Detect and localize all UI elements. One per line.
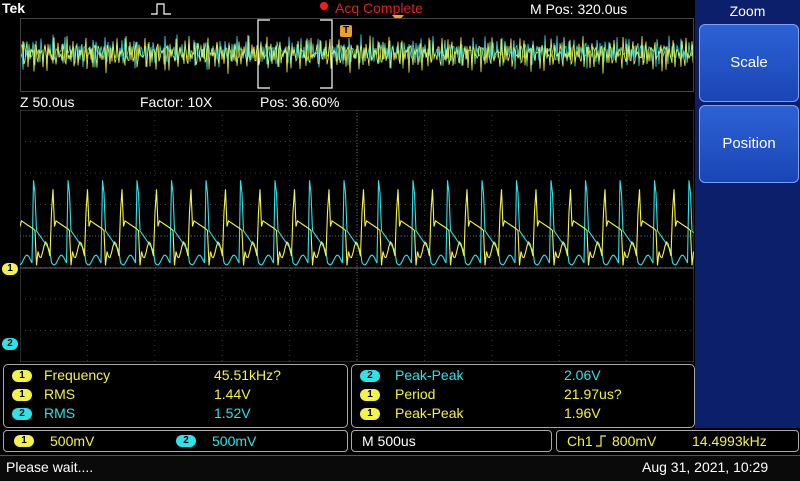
measurement-name: Period [395, 386, 436, 402]
measurements-panel-right: 2 Peak-Peak 2.06V 1 Period 21.97us? 1 Pe… [351, 364, 695, 428]
zoom-factor: Factor: 10X [140, 94, 213, 110]
acquisition-status: Acq Complete [335, 0, 423, 16]
measurement-value: 2.06V [564, 367, 601, 383]
trigger-level: 800mV [612, 433, 657, 449]
trigger-frequency: 14.4993kHz [692, 433, 767, 449]
zoom-scale: Z 50.0us [20, 94, 75, 110]
measurement-row: 1 Period 21.97us? [352, 386, 692, 405]
measurement-row: 1 Frequency 45.51kHz? [4, 367, 344, 386]
measurement-value: 1.52V [214, 405, 251, 421]
horizontal-position-readout: M Pos: 320.0us [530, 1, 628, 17]
measurement-name: RMS [44, 386, 76, 402]
ch2-badge-icon: 2 [12, 408, 32, 420]
ch1-badge-icon: 1 [360, 408, 380, 420]
timebase-readout[interactable]: M 500us [351, 430, 552, 452]
rising-edge-icon [596, 435, 606, 447]
trigger-readout[interactable]: Ch1 800mV 14.4993kHz [556, 430, 799, 452]
zoom-window-bracket[interactable] [256, 18, 336, 90]
brand-logo: Tek [2, 0, 26, 16]
ch1-badge-icon: 1 [12, 370, 32, 382]
acquisition-indicator-icon [320, 2, 328, 10]
zoom-position: Pos: 36.60% [260, 94, 340, 110]
date-time: Aug 31, 2021, 10:29 [642, 459, 769, 475]
ch2-badge-icon: 2 [360, 370, 380, 382]
ch1-badge-icon: 1 [360, 389, 380, 401]
zoom-info-row: Z 50.0us Factor: 10X Pos: 36.60% [0, 94, 695, 110]
ch2-ground-marker-icon[interactable]: 2 [2, 338, 18, 350]
ch1-badge-icon: 1 [14, 435, 34, 447]
side-menu-title: Zoom [729, 3, 766, 19]
measurement-name: RMS [44, 405, 76, 421]
measurement-value: 45.51kHz? [214, 367, 281, 383]
timebase-value: M 500us [362, 433, 416, 449]
measurement-value: 1.44V [214, 386, 251, 402]
measurement-row: 1 Peak-Peak 1.96V [352, 405, 692, 424]
trigger-source: Ch1 [567, 433, 593, 449]
measurement-name: Peak-Peak [395, 405, 464, 421]
measurement-name: Frequency [44, 367, 111, 383]
ch2-scale: 500mV [212, 433, 257, 449]
measurement-value: 21.97us? [564, 386, 622, 402]
measurement-row: 2 Peak-Peak 2.06V [352, 367, 692, 386]
status-message: Please wait.... [6, 459, 94, 475]
ch1-scale: 500mV [50, 433, 95, 449]
overview-frame [20, 18, 694, 92]
message-bar: Please wait.... Aug 31, 2021, 10:29 [0, 455, 800, 481]
ch1-badge-icon: 1 [12, 389, 32, 401]
ch2-badge-icon: 2 [176, 435, 196, 447]
zoomed-waveform-graticule[interactable] [20, 110, 694, 362]
measurement-name: Peak-Peak [395, 367, 464, 383]
measurements-panel-left: 1 Frequency 45.51kHz? 1 RMS 1.44V 2 RMS … [3, 364, 348, 428]
ch1-ground-marker-icon[interactable]: 1 [2, 263, 18, 275]
measurement-row: 1 RMS 1.44V [4, 386, 344, 405]
measurement-row: 2 RMS 1.52V [4, 405, 344, 424]
vertical-scale-readout[interactable]: 1 500mV 2 500mV [3, 430, 348, 452]
measurement-value: 1.96V [564, 405, 601, 421]
overview-trigger-tag-icon: T [340, 25, 352, 37]
zoom-position-button[interactable]: Position [699, 105, 799, 183]
trigger-type-icon [151, 3, 171, 15]
zoom-scale-button[interactable]: Scale [699, 24, 799, 102]
